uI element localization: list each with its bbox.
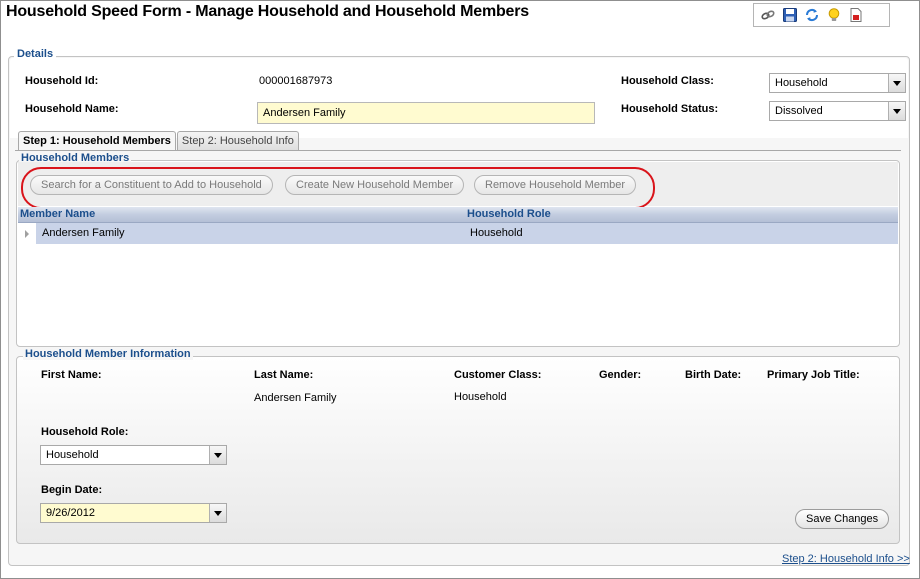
- chevron-down-icon[interactable]: [209, 504, 226, 522]
- members-grid-header: Member Name Household Role: [18, 207, 898, 223]
- step-tabs: Step 1: Household Members Step 2: Househ…: [18, 131, 300, 151]
- household-status-value: Dissolved: [775, 105, 823, 117]
- details-legend: Details: [14, 48, 57, 60]
- household-role-select[interactable]: Household: [40, 445, 227, 465]
- refresh-icon[interactable]: [803, 6, 821, 24]
- column-household-role[interactable]: Household Role: [467, 208, 551, 220]
- tab-household-info[interactable]: Step 2: Household Info: [176, 131, 299, 150]
- last-name-label: Last Name:: [254, 369, 314, 381]
- window-frame: Household Speed Form - Manage Household …: [0, 0, 920, 579]
- customer-class-label: Customer Class:: [454, 369, 542, 381]
- tab-body: Household Members Search for a Constitue…: [15, 150, 901, 547]
- member-info-panel: Household Member Information First Name:…: [16, 348, 900, 544]
- highlight-ring: [21, 167, 655, 209]
- household-id-value: 000001687973: [259, 75, 333, 87]
- household-role-value: Household: [46, 449, 99, 461]
- save-icon[interactable]: [781, 6, 799, 24]
- tab-household-members[interactable]: Step 1: Household Members: [18, 131, 176, 151]
- chevron-down-icon[interactable]: [888, 102, 905, 120]
- chevron-down-icon[interactable]: [888, 74, 905, 92]
- gender-label: Gender:: [599, 369, 642, 381]
- begin-date-label: Begin Date:: [41, 484, 103, 496]
- household-status-label: Household Status:: [621, 103, 719, 115]
- expand-arrow-icon[interactable]: [18, 223, 36, 244]
- household-role-label: Household Role:: [41, 426, 129, 438]
- report-icon[interactable]: [847, 6, 865, 24]
- household-name-field[interactable]: Andersen Family: [257, 102, 595, 124]
- household-name-label: Household Name:: [25, 103, 119, 115]
- page-title: Household Speed Form - Manage Household …: [6, 3, 529, 20]
- lightbulb-icon[interactable]: [825, 6, 843, 24]
- household-members-panel: Household Members Search for a Constitue…: [16, 152, 900, 347]
- household-class-value: Household: [775, 77, 828, 89]
- details-header-area: [10, 58, 908, 138]
- household-class-select[interactable]: Household: [769, 73, 906, 93]
- household-class-label: Household Class:: [621, 75, 714, 87]
- chevron-down-icon[interactable]: [209, 446, 226, 464]
- customer-class-value: Household: [454, 391, 507, 403]
- member-info-legend: Household Member Information: [23, 348, 193, 360]
- column-member-name[interactable]: Member Name: [20, 208, 95, 220]
- link-icon[interactable]: [759, 6, 777, 24]
- birth-date-label: Birth Date:: [685, 369, 742, 381]
- last-name-value: Andersen Family: [254, 392, 337, 404]
- household-id-label: Household Id:: [25, 75, 99, 87]
- save-changes-button[interactable]: Save Changes: [795, 509, 890, 529]
- table-row[interactable]: Andersen Family Household: [18, 223, 898, 244]
- begin-date-field[interactable]: 9/26/2012: [40, 503, 227, 523]
- next-step-link[interactable]: Step 2: Household Info >>: [782, 553, 910, 565]
- details-panel: Details Household Id: 000001687973 House…: [8, 48, 910, 566]
- first-name-label: First Name:: [41, 369, 102, 381]
- household-role-cell: Household: [470, 227, 523, 239]
- toolbar: [753, 3, 890, 27]
- begin-date-value: 9/26/2012: [46, 507, 95, 519]
- member-name-cell: Andersen Family: [42, 227, 125, 239]
- primary-job-title-label: Primary Job Title:: [767, 369, 860, 381]
- household-status-select[interactable]: Dissolved: [769, 101, 906, 121]
